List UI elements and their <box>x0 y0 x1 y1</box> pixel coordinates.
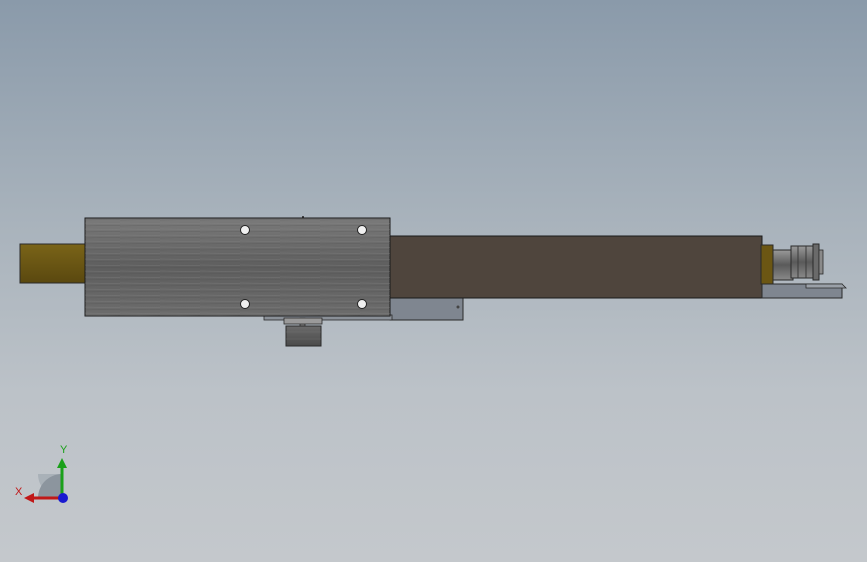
y-axis-label: Y <box>60 444 68 456</box>
left-rod-end <box>19 243 87 284</box>
motor-flange <box>812 243 820 281</box>
x-axis-label: X <box>15 486 23 498</box>
graphics-viewport[interactable]: Y X <box>0 0 867 562</box>
adjustment-knob <box>285 325 322 347</box>
mount-hole <box>357 299 367 309</box>
mount-hole <box>357 225 367 235</box>
motor-body <box>790 245 814 279</box>
mount-hole <box>240 225 250 235</box>
top-marker <box>302 216 304 218</box>
mount-hole <box>240 299 250 309</box>
triad-axes-icon <box>24 458 68 503</box>
linear-actuator-model[interactable] <box>0 0 867 562</box>
right-end-cap <box>760 244 774 285</box>
motor-cap <box>818 249 824 275</box>
bracket-lip <box>805 283 847 289</box>
motor-neck <box>772 249 794 281</box>
reference-triad: Y X <box>10 440 80 510</box>
base-plate <box>389 297 464 321</box>
knob-collar <box>283 317 323 325</box>
base-plate-screw <box>456 305 460 309</box>
actuator-tube <box>389 235 763 299</box>
